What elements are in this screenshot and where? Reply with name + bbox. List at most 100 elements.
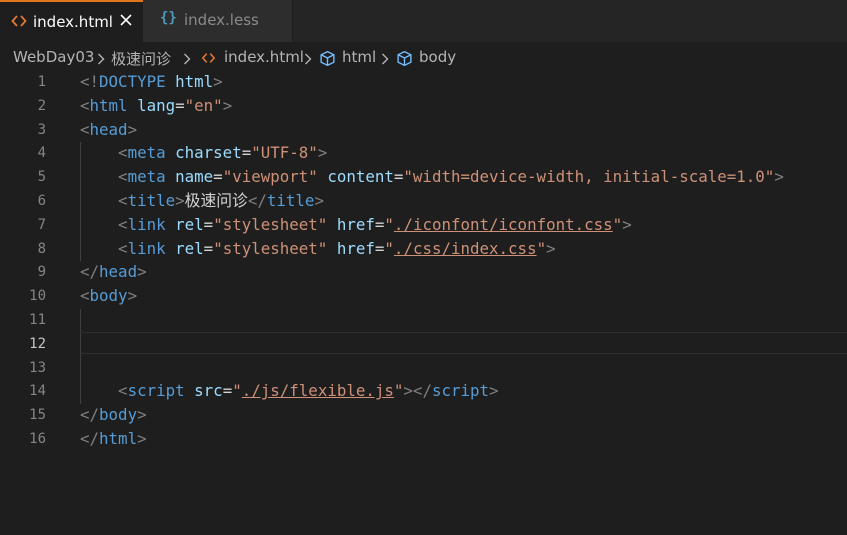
code-token: = [203,238,214,258]
breadcrumb-symbol-html[interactable]: html [342,48,376,66]
code-token: ></ [403,381,432,401]
line-code: </body> [80,405,147,425]
line-code: <head> [80,120,137,140]
line-number: 10 [29,288,46,305]
code-line: 4 <meta charset="UTF-8"> [0,143,847,167]
code-token: link [127,214,166,234]
line-code: </html> [80,429,147,449]
code-token: "stylesheet" [213,214,328,234]
code-token: = [203,214,214,234]
code-token: script [431,381,490,401]
tab-index-less[interactable]: {} index.less [143,0,293,42]
code-token: < [118,214,128,234]
breadcrumb-file[interactable]: index.html [224,48,304,66]
code-editor[interactable]: 1 <!DOCTYPE html> 2 <html lang="en"> 3 <head>… [0,72,847,535]
code-line: 14 <script src="./js/flexible.js"></scri… [0,381,847,405]
code-token: <! [80,72,100,91]
code-token: content [327,167,394,187]
line-code: <script src="./js/flexible.js"></script> [80,381,499,401]
code-token: > [127,119,138,139]
code-token: < [118,381,128,401]
line-number: 15 [29,407,46,424]
code-token: < [80,286,90,306]
chevron-right-icon [382,53,389,65]
code-token: "viewport" [222,167,318,187]
code-token: = [175,95,185,115]
close-icon[interactable] [119,13,133,27]
line-number: 3 [37,121,46,138]
code-token: ./css/index.css [393,238,537,258]
code-token: 极速问诊 [184,191,248,210]
code-token: = [374,214,385,234]
code-token: title [266,191,315,210]
code-token: " [384,238,394,258]
line-code: <!DOCTYPE html> [80,72,223,92]
code-token: < [118,238,128,258]
code-token: meta [127,167,166,187]
code-token: > [137,429,147,448]
code-line: 11 [0,310,847,334]
line-number: 14 [29,383,46,400]
code-line: 7 <link rel="stylesheet" href="./iconfon… [0,215,847,239]
code-token: ./iconfont/iconfont.css [393,214,613,234]
code-token: "stylesheet" [213,238,328,258]
line-number: 7 [37,216,46,233]
code-token: > [137,262,147,282]
code-line: 3 <head> [0,120,847,144]
code-token: "en" [184,95,223,115]
code-token: "UTF-8" [251,143,318,163]
code-token: > [314,191,324,210]
code-token: > [774,167,784,187]
code-token: body [99,405,138,425]
code-line: 6 <title>极速问诊</title> [0,191,847,215]
code-token: </ [247,191,267,210]
code-line: 15 </body> [0,405,847,429]
breadcrumb-subfolder[interactable]: 极速问诊 [111,48,171,69]
chevron-right-icon [98,53,105,65]
code-line: 8 <link rel="stylesheet" href="./css/ind… [0,239,847,263]
code-token: </ [80,429,100,448]
html-icon [11,15,27,27]
code-token: < [118,143,128,163]
tab-index-html[interactable]: index.html [0,0,143,42]
code-token: > [622,214,632,234]
cube-icon [397,50,412,67]
code-token: > [222,95,233,115]
chevron-right-icon [305,53,312,65]
code-token: < [118,167,128,187]
breadcrumb: WebDay03 极速问诊 index.html html body [0,42,847,72]
code-line: 10 <body> [0,286,847,310]
tab-label: index.less [184,11,259,29]
line-code: <link rel="stylesheet" href="./css/index… [80,239,556,259]
code-token: lang [137,95,176,115]
line-number: 1 [37,74,46,90]
breadcrumb-symbol-body[interactable]: body [419,48,456,66]
tab-label: index.html [33,13,113,31]
breadcrumb-folder[interactable]: WebDay03 [13,48,94,66]
line-number: 8 [37,240,46,257]
code-token: charset [175,143,242,163]
line-code: </head> [80,262,147,282]
code-token: " [384,214,394,234]
line-number: 16 [29,431,46,447]
line-number: 11 [29,312,46,328]
code-token: > [317,143,328,163]
code-token: rel [175,214,204,234]
code-token: = [374,238,385,258]
line-number: 4 [37,145,46,162]
code-token: head [99,262,138,282]
line-number: 5 [37,169,46,186]
code-token: > [127,286,138,306]
code-token: body [89,286,128,306]
code-token: DOCTYPE [99,72,166,91]
